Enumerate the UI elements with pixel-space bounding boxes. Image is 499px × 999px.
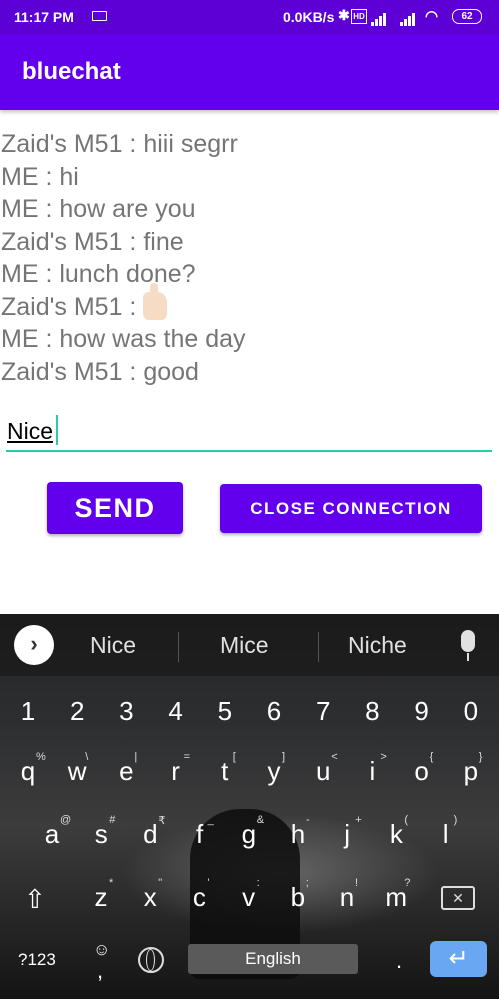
key-hint: < [331,751,338,763]
key-hint: [ [232,751,236,763]
key-number_row-3[interactable]: 4 [156,696,196,727]
message-item: Zaid's M51 : hiii segrr [1,130,238,158]
message-item: Zaid's M51 : fine [1,227,184,256]
key-hint: ' [207,877,210,889]
key-hint: > [380,751,387,763]
key-number_row-6[interactable]: 7 [303,696,343,727]
key-number_row-4[interactable]: 5 [205,696,245,727]
close-connection-button[interactable]: CLOSE CONNECTION [220,484,482,533]
period-key[interactable]: . [396,948,402,974]
key-hint: % [36,751,46,763]
key-hint: _ [207,814,214,826]
signal-icon [371,10,387,26]
key-hint: @ [60,814,72,826]
message-input-text[interactable]: Nice [7,418,53,445]
key-row3-1[interactable]: x [130,882,170,913]
key-hint: # [109,814,116,826]
app-bar: bluechat [0,34,499,110]
key-row1-1[interactable]: w [57,756,97,787]
key-hint: ) [453,814,458,826]
shift-icon[interactable]: ⇧ [24,884,46,915]
key-row1-2[interactable]: e [106,756,146,787]
app-title: bluechat [22,58,121,85]
soft-keyboard: › Nice Mice Niche 1 2 3 4 5 6 7 8 9 0 q% w \ e | r = t[y]… [0,614,499,999]
space-key[interactable]: English [188,944,358,974]
message-item: Zaid's M51 : good [1,357,199,386]
suggestion-bar: › Nice Mice Niche [0,614,499,676]
key-number_row-2[interactable]: 3 [106,696,146,727]
chevron-right-icon[interactable]: › [14,625,54,665]
key-row1-8[interactable]: o [402,756,442,787]
key-row3-0[interactable]: z [81,882,121,913]
key-hint: ? [404,877,411,889]
globe-icon[interactable] [138,947,164,973]
bluetooth-icon: ✱ [338,7,350,23]
message-item: ME : how are you [1,195,196,223]
message-list: Zaid's M51 : hiii segrr ME : hi ME : how… [1,128,491,388]
key-number_row-5[interactable]: 6 [254,696,294,727]
key-row2-7[interactable]: k [376,819,416,850]
key-row2-5[interactable]: h [278,819,318,850]
backspace-icon[interactable]: ✕ [441,886,475,910]
signal-icon-2 [400,10,416,26]
key-row3-3[interactable]: v [229,882,269,913]
symbols-key[interactable]: ?123 [18,950,56,970]
suggestion-divider [178,632,179,662]
key-hint: - [306,814,310,826]
message-item-emoji: Zaid's M51 : [1,282,491,324]
comma-key[interactable]: , [97,958,103,984]
key-number_row-9[interactable]: 0 [451,696,491,727]
text-cursor [56,415,58,445]
key-hint: \ [85,751,89,763]
key-row3-5[interactable]: n [327,882,367,913]
suggestion-3[interactable]: Niche [348,632,407,659]
enter-icon[interactable]: ↵ [430,941,487,977]
message-input[interactable] [6,414,492,452]
status-time: 11:17 PM [14,9,74,25]
message-item: ME : hi [1,162,79,191]
key-hint: + [355,814,362,826]
suggestion-2[interactable]: Mice [220,632,269,659]
key-hint: { [429,751,434,763]
key-row1-9[interactable]: p [451,756,491,787]
key-row3-2[interactable]: c [179,882,219,913]
message-text: Zaid's M51 : [1,292,137,321]
key-hint: } [478,751,483,763]
microphone-icon[interactable] [461,630,475,652]
key-hint: ( [404,814,409,826]
key-row1-4[interactable]: t [205,756,245,787]
wifi-icon: ◠ [425,8,439,25]
key-number_row-0[interactable]: 1 [8,696,48,727]
key-hint: ! [355,877,359,889]
key-hint: " [158,877,163,889]
key-hint: * [109,877,114,889]
battery-icon: 62 [452,9,482,24]
key-row2-8[interactable]: l [426,819,466,850]
suggestion-divider [318,632,319,662]
key-number_row-8[interactable]: 9 [402,696,442,727]
key-number_row-1[interactable]: 2 [57,696,97,727]
hd-voice-icon: HD [351,9,367,24]
message-item: ME : how was the day [1,325,246,353]
suggestion-1[interactable]: Nice [90,632,136,659]
key-hint: ] [282,751,286,763]
key-row3-4[interactable]: b [278,882,318,913]
emoji-icon[interactable]: ☺ [93,940,110,960]
thumbs-up-icon [143,282,168,320]
microphone-stand [467,653,469,661]
status-bar: 11:17 PM 0.0KB/s ✱ HD ◠ 62 [0,0,499,34]
send-button[interactable]: SEND [47,482,183,534]
key-number_row-7[interactable]: 8 [352,696,392,727]
keyboard-indicator-icon [92,11,107,21]
key-hint: | [134,751,138,763]
network-speed: 0.0KB/s [283,9,335,25]
key-hint: = [183,751,191,763]
key-hint: : [256,877,260,889]
message-item: ME : lunch done? [1,260,196,288]
key-hint: ; [305,877,309,889]
key-hint: ₹ [158,815,166,827]
key-hint: & [256,814,265,826]
key-row1-5[interactable]: y [254,756,294,787]
